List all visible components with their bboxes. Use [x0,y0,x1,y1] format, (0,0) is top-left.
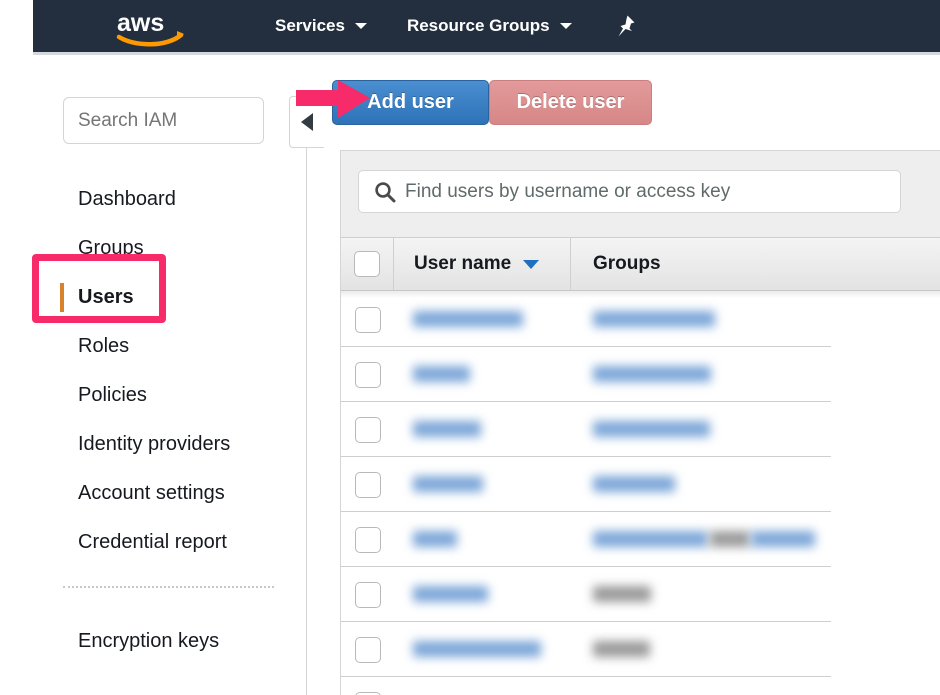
table-row[interactable] [341,402,940,457]
select-all-header-cell [341,238,394,290]
table-row[interactable] [341,677,940,695]
sidebar-item-account-settings[interactable]: Account settings [0,469,307,518]
select-all-checkbox[interactable] [354,251,380,277]
nav-item-resource-groups[interactable]: Resource Groups [407,16,572,36]
sidebar-item-label: Encryption keys [78,630,219,653]
redacted-user-name [413,311,523,327]
row-select-checkbox[interactable] [355,582,381,608]
redacted-user-name [413,586,488,602]
sidebar-item-label: Credential report [78,531,227,554]
redacted-user-name [413,641,541,657]
row-select-checkbox[interactable] [355,417,381,443]
redacted-groups [593,311,715,327]
redacted-groups [593,421,710,437]
table-row[interactable] [341,567,940,622]
aws-logo[interactable]: aws [115,9,187,45]
sidebar-item-credential-report[interactable]: Credential report [0,518,307,567]
row-select-checkbox[interactable] [355,472,381,498]
row-select-checkbox[interactable] [355,307,381,333]
column-header-groups-label: Groups [593,253,661,275]
sort-descending-icon [523,260,539,269]
row-select-checkbox[interactable] [355,527,381,553]
search-icon [374,181,396,203]
table-row[interactable] [341,622,940,677]
find-users-placeholder: Find users by username or access key [405,181,730,203]
table-row[interactable] [341,292,940,347]
row-select-checkbox[interactable] [355,362,381,388]
sidebar-separator [63,586,274,588]
nav-item-resource-groups-label: Resource Groups [407,16,550,36]
redacted-user-name [413,366,470,382]
search-iam-input[interactable] [63,97,264,144]
add-user-button-label: Add user [367,91,454,114]
redacted-groups [593,366,711,382]
nav-item-services-label: Services [275,16,345,36]
sidebar-item-label: Roles [78,335,129,358]
delete-user-button-label: Delete user [517,91,625,114]
sidebar-item-groups[interactable]: Groups [0,224,307,273]
row-select-checkbox[interactable] [355,637,381,663]
sidebar-nav-list: Dashboard Groups Users Roles Policies Id… [0,175,307,567]
top-navigation-bar: aws Services Resource Groups [33,0,940,52]
sidebar-item-users[interactable]: Users [0,273,307,322]
nav-item-services[interactable]: Services [275,16,367,36]
redacted-groups [751,531,815,547]
table-row[interactable] [341,512,940,567]
redacted-groups [593,641,650,657]
redacted-user-name [413,476,483,492]
sidebar-item-encryption-keys[interactable]: Encryption keys [0,617,307,666]
sidebar-item-label: Identity providers [78,433,230,456]
sidebar-item-label: Users [78,286,134,309]
sidebar-item-label: Groups [78,237,144,260]
sidebar-item-label: Account settings [78,482,225,505]
chevron-down-icon [560,23,572,29]
pushpin-icon[interactable] [614,14,636,38]
arrow-annotation-icon [296,78,374,131]
redacted-user-name [413,421,481,437]
delete-user-button[interactable]: Delete user [489,80,652,125]
table-row[interactable] [341,347,940,402]
redacted-groups [593,531,708,547]
sidebar-item-roles[interactable]: Roles [0,322,307,371]
redacted-groups [593,476,675,492]
redacted-groups [710,531,750,547]
iam-users-page: aws Services Resource Groups Dashboard [0,0,940,695]
column-header-user-name[interactable]: User name [393,238,571,290]
sidebar-item-policies[interactable]: Policies [0,371,307,420]
sidebar-item-identity-providers[interactable]: Identity providers [0,420,307,469]
redacted-groups [593,586,651,602]
find-users-searchbox[interactable]: Find users by username or access key [358,170,901,213]
sidebar-item-dashboard[interactable]: Dashboard [0,175,307,224]
users-table-body [341,292,940,695]
sidebar-item-label: Dashboard [78,188,176,211]
table-row[interactable] [341,457,940,512]
chevron-down-icon [355,23,367,29]
column-header-groups[interactable]: Groups [571,238,940,290]
users-table-header: User name Groups [341,237,940,291]
redacted-user-name [413,531,457,547]
sidebar-item-label: Policies [78,384,147,407]
svg-text:aws: aws [117,9,164,37]
column-header-user-name-label: User name [414,253,511,275]
